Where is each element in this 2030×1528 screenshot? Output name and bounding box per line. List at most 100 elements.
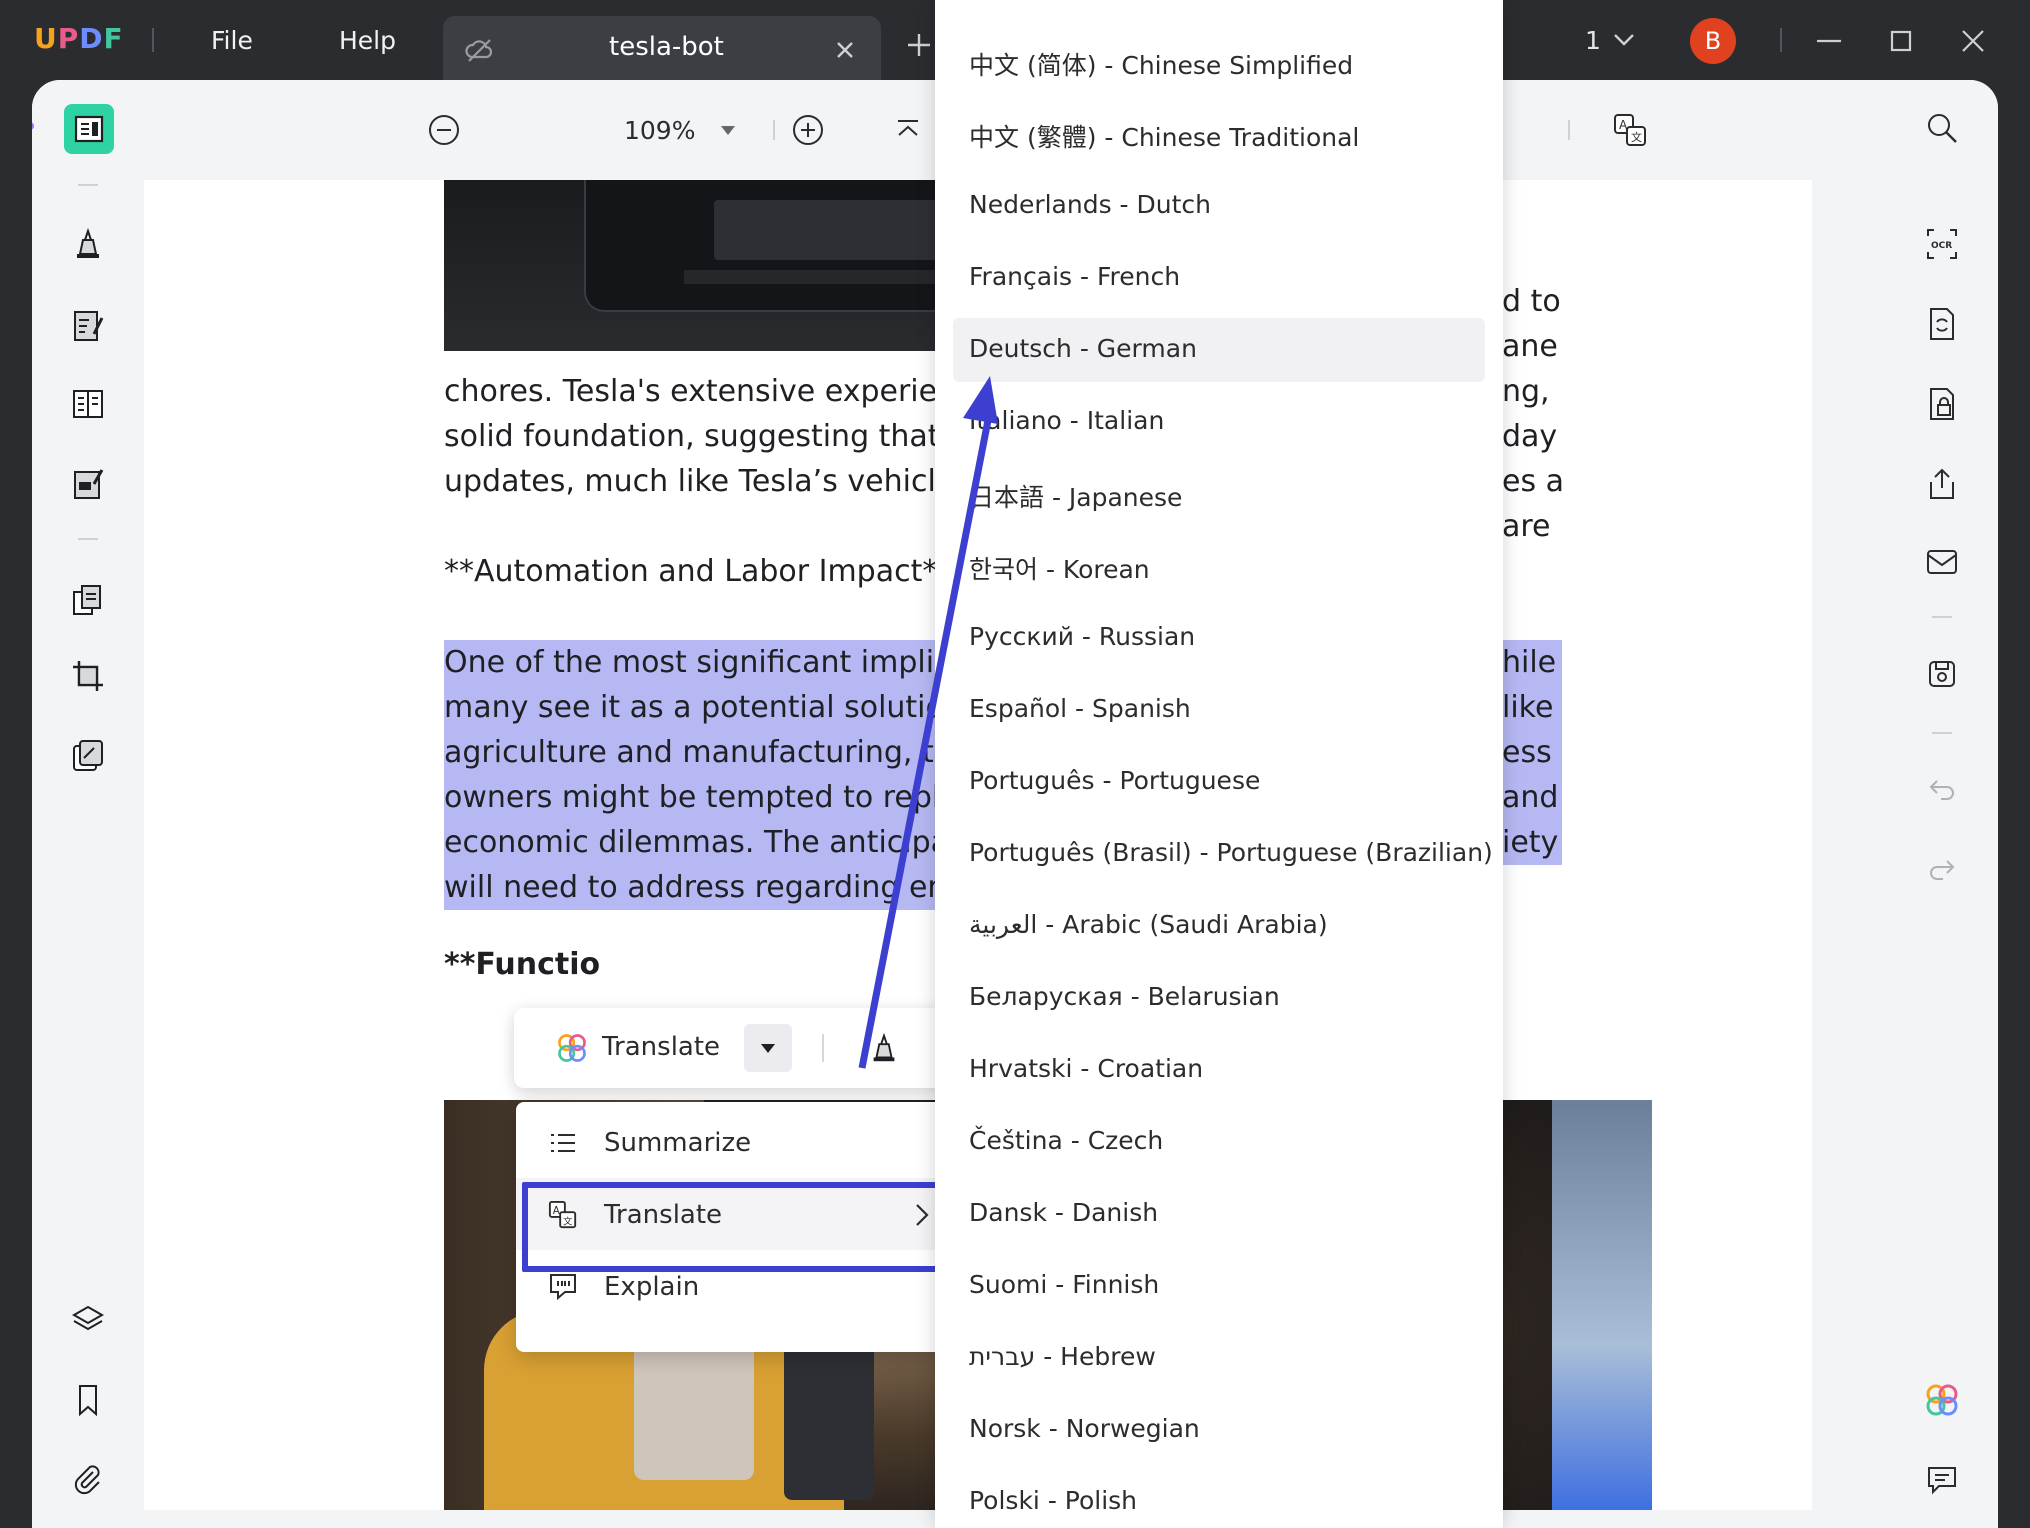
selected-text-fragment[interactable]: and (1502, 775, 1562, 820)
tab-title: tesla-bot (609, 32, 724, 62)
maximize-icon[interactable] (1886, 26, 1916, 56)
toolbar-divider (1568, 120, 1570, 140)
ai-dropdown-button[interactable] (744, 1024, 792, 1072)
undo-icon[interactable] (1918, 764, 1966, 812)
language-option[interactable]: 中文 (简体) - Chinese Simplified (935, 30, 1503, 94)
redo-icon[interactable] (1918, 844, 1966, 892)
layers-icon[interactable] (64, 1296, 112, 1344)
attachment-icon[interactable] (64, 1456, 112, 1504)
language-label: العربية - Arabic (Saudi Arabia) (969, 910, 1328, 939)
page-layout-icon[interactable] (64, 380, 112, 428)
zoom-dropdown-icon[interactable] (710, 106, 746, 154)
close-tab-icon[interactable] (831, 36, 859, 64)
paragraph-fragment: day (1502, 414, 1557, 459)
caret-down-icon (760, 1042, 776, 1054)
ai-logo-icon (552, 1024, 592, 1072)
paragraph-fragment: d to (1502, 279, 1561, 324)
language-option[interactable]: Dansk - Danish (935, 1182, 1503, 1246)
sub-heading: **Functio (444, 942, 600, 987)
toolbar-divider (773, 120, 775, 140)
organize-pages-icon[interactable] (64, 576, 112, 624)
crop-icon[interactable] (64, 652, 112, 700)
language-label: Čeština - Czech (969, 1126, 1163, 1155)
paragraph-fragment: es a (1502, 459, 1564, 504)
menu-file[interactable]: File (211, 26, 253, 55)
zoom-in-icon[interactable] (784, 106, 832, 154)
language-label: Português (Brasil) - Portuguese (Brazili… (969, 838, 1493, 867)
language-option[interactable]: العربية - Arabic (Saudi Arabia) (935, 894, 1503, 958)
first-page-icon[interactable] (884, 106, 932, 154)
language-option[interactable]: Italiano - Italian (935, 390, 1503, 454)
annotation-highlight-box (522, 1182, 952, 1272)
svg-text:文: 文 (1631, 130, 1642, 144)
right-toolbar: OCR (1886, 80, 1998, 1528)
cloud-sync-off-icon (463, 34, 495, 66)
svg-text:OCR: OCR (1931, 241, 1952, 251)
language-label: Dansk - Danish (969, 1198, 1158, 1227)
paragraph-fragment: are (1502, 504, 1551, 549)
language-option[interactable]: 한국어 - Korean (935, 534, 1503, 598)
watermark-icon[interactable] (64, 732, 112, 780)
menu-item-summarize[interactable]: Summarize (516, 1106, 966, 1178)
language-option[interactable]: Čeština - Czech (935, 1110, 1503, 1174)
protect-icon[interactable] (1918, 380, 1966, 428)
menu-item-label: Explain (604, 1272, 699, 1302)
language-option[interactable]: Русский - Russian (935, 606, 1503, 670)
selected-text-fragment[interactable]: ess (1502, 730, 1562, 775)
search-icon[interactable] (1918, 104, 1966, 152)
selected-text-fragment[interactable]: like (1502, 685, 1562, 730)
ocr-icon[interactable]: OCR (1918, 220, 1966, 268)
language-option[interactable]: Português (Brasil) - Portuguese (Brazili… (935, 822, 1503, 886)
left-toolbar (32, 80, 144, 1528)
language-option[interactable]: Suomi - Finnish (935, 1254, 1503, 1318)
list-icon (548, 1128, 578, 1158)
selected-text-fragment[interactable]: hile (1502, 640, 1562, 685)
language-option[interactable]: עברית - Hebrew (935, 1326, 1503, 1390)
language-label: Norsk - Norwegian (969, 1414, 1200, 1443)
reader-mode-icon[interactable] (64, 104, 114, 154)
highlighter-icon[interactable] (64, 220, 112, 268)
language-option[interactable]: Español - Spanish (935, 678, 1503, 742)
language-option[interactable]: Português - Portuguese (935, 750, 1503, 814)
bookmark-icon[interactable] (64, 1376, 112, 1424)
language-label: 中文 (繁體) - Chinese Traditional (969, 118, 1359, 154)
zoom-out-icon[interactable] (420, 106, 468, 154)
selected-text-fragment[interactable]: iety (1502, 820, 1562, 865)
language-label: Русский - Russian (969, 622, 1195, 651)
highlight-tool-icon[interactable] (860, 1024, 908, 1072)
language-label: 中文 (简体) - Chinese Simplified (969, 46, 1353, 82)
language-option[interactable]: Norsk - Norwegian (935, 1398, 1503, 1462)
language-label: Italiano - Italian (969, 406, 1164, 435)
email-icon[interactable] (1918, 538, 1966, 586)
language-option[interactable]: Nederlands - Dutch (935, 174, 1503, 238)
convert-icon[interactable] (1918, 300, 1966, 348)
language-label: Español - Spanish (969, 694, 1191, 723)
avatar[interactable]: B (1690, 18, 1736, 64)
new-tab-icon[interactable] (904, 30, 934, 60)
titlebar-divider (152, 28, 154, 52)
chevron-down-icon[interactable] (1610, 28, 1638, 52)
zoom-value[interactable]: 109% (624, 116, 695, 145)
language-option[interactable]: Hrvatski - Croatian (935, 1038, 1503, 1102)
language-option[interactable]: Français - French (935, 246, 1503, 310)
language-option[interactable]: 中文 (繁體) - Chinese Traditional (935, 102, 1503, 166)
language-option[interactable]: Polski - Polish (935, 1470, 1503, 1528)
edit-text-icon[interactable] (64, 302, 112, 350)
language-label: Nederlands - Dutch (969, 190, 1211, 219)
page-indicator[interactable]: 1 (1585, 26, 1601, 55)
comment-icon[interactable] (1918, 1456, 1966, 1504)
save-icon[interactable] (1918, 650, 1966, 698)
menu-help[interactable]: Help (339, 26, 396, 55)
language-option[interactable]: Deutsch - German (953, 318, 1485, 382)
language-option[interactable]: 日本語 - Japanese (935, 462, 1503, 526)
language-label: Deutsch - German (969, 334, 1197, 363)
form-edit-icon[interactable] (64, 460, 112, 508)
close-window-icon[interactable] (1958, 26, 1988, 56)
share-icon[interactable] (1918, 460, 1966, 508)
document-tab[interactable]: tesla-bot (443, 16, 881, 80)
ai-assistant-icon[interactable] (1918, 1376, 1966, 1424)
translate-button[interactable]: Translate (602, 1032, 720, 1062)
language-option[interactable]: Беларуская - Belarusian (935, 966, 1503, 1030)
minimize-icon[interactable] (1814, 26, 1844, 56)
translate-page-icon[interactable]: A文 (1606, 106, 1654, 154)
